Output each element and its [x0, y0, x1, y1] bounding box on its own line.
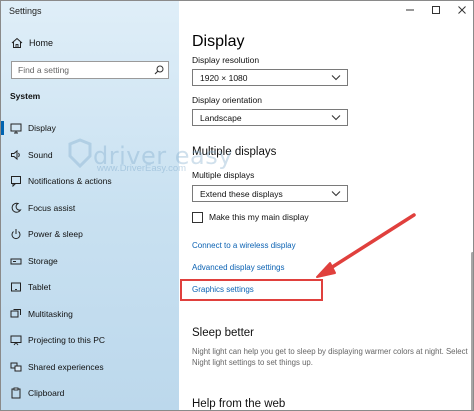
close-button[interactable]: [449, 1, 473, 21]
clipboard-icon: [10, 387, 22, 399]
sidebar-item-tablet[interactable]: Tablet: [1, 274, 179, 301]
settings-window: Settings Home Find a setting System Disp…: [0, 0, 474, 411]
power-icon: [10, 228, 22, 240]
main-content: Display Display resolution 1920 × 1080 D…: [179, 1, 473, 410]
sidebar-item-label: Tablet: [28, 282, 51, 293]
speaker-icon: [10, 149, 22, 161]
sidebar-item-projecting[interactable]: Projecting to this PC: [1, 327, 179, 354]
multiple-displays-value: Extend these displays: [200, 188, 283, 199]
storage-icon: [10, 255, 22, 267]
resolution-label: Display resolution: [192, 55, 260, 65]
chevron-down-icon: [331, 113, 341, 123]
scrollbar[interactable]: [469, 22, 473, 410]
sidebar-item-sound[interactable]: Sound: [1, 142, 179, 169]
multiple-displays-label: Multiple displays: [192, 170, 255, 180]
sidebar-item-label: Clipboard: [28, 388, 65, 399]
multitasking-icon: [10, 308, 22, 320]
home-icon: [10, 36, 24, 50]
sidebar-item-label: Sound: [28, 149, 53, 160]
search-input[interactable]: Find a setting: [12, 65, 150, 75]
window-title: Settings: [9, 6, 42, 16]
tablet-icon: [10, 281, 22, 293]
main-display-checkbox-row[interactable]: Make this my main display: [192, 210, 309, 224]
window-controls: [397, 1, 473, 21]
multiple-displays-dropdown[interactable]: Extend these displays: [192, 185, 348, 202]
notification-icon: [10, 175, 22, 188]
sidebar-section-label: System: [10, 91, 41, 101]
multiple-displays-heading: Multiple displays: [192, 146, 277, 158]
main-display-checkbox[interactable]: [192, 211, 203, 223]
search-box[interactable]: Find a setting: [11, 61, 169, 79]
sidebar-item-display[interactable]: Display: [1, 115, 179, 142]
sidebar-item-label: Projecting to this PC: [28, 335, 106, 346]
annotation-highlight-box: [180, 279, 323, 301]
sidebar-item-home[interactable]: Home: [1, 33, 179, 53]
minimize-button[interactable]: [397, 1, 423, 21]
main-display-checkbox-label: Make this my main display: [209, 212, 309, 222]
sidebar-item-notifications[interactable]: Notifications & actions: [1, 168, 179, 195]
chevron-down-icon: [331, 73, 341, 83]
minimize-icon: [405, 2, 415, 20]
page-title: Display: [192, 33, 245, 50]
orientation-label: Display orientation: [192, 95, 262, 105]
orientation-value: Landscape: [200, 112, 242, 123]
sidebar-nav: Display Sound Notifications & actions Fo…: [1, 115, 179, 407]
sidebar-item-storage[interactable]: Storage: [1, 248, 179, 275]
monitor-icon: [10, 122, 22, 134]
resolution-value: 1920 × 1080: [200, 72, 248, 83]
maximize-button[interactable]: [423, 1, 449, 21]
sidebar-item-multitasking[interactable]: Multitasking: [1, 301, 179, 328]
advanced-display-settings-link[interactable]: Advanced display settings: [192, 263, 285, 272]
maximize-icon: [431, 2, 441, 20]
sidebar-item-shared-experiences[interactable]: Shared experiences: [1, 354, 179, 381]
chevron-down-icon: [331, 189, 341, 199]
sidebar-item-label: Storage: [28, 255, 58, 266]
projector-icon: [10, 334, 22, 346]
sidebar: Settings Home Find a setting System Disp…: [1, 1, 179, 410]
sidebar-item-label: Power & sleep: [28, 229, 83, 240]
moon-icon: [10, 202, 22, 214]
connect-wireless-display-link[interactable]: Connect to a wireless display: [192, 241, 296, 250]
sidebar-item-label: Notifications & actions: [28, 176, 112, 187]
sidebar-item-label: Display: [28, 123, 56, 134]
sidebar-item-clipboard[interactable]: Clipboard: [1, 380, 179, 407]
sleep-better-text: Night light can help you get to sleep by…: [192, 347, 468, 367]
sidebar-item-power-sleep[interactable]: Power & sleep: [1, 221, 179, 248]
sidebar-item-label: Multitasking: [28, 308, 73, 319]
close-icon: [457, 2, 467, 20]
shared-icon: [10, 361, 22, 373]
sidebar-item-label: Shared experiences: [28, 361, 104, 372]
help-from-web-heading: Help from the web: [192, 398, 286, 410]
resolution-dropdown[interactable]: 1920 × 1080: [192, 69, 348, 86]
sidebar-item-label: Focus assist: [28, 202, 76, 213]
home-label: Home: [29, 38, 54, 48]
sleep-better-heading: Sleep better: [192, 327, 255, 339]
sidebar-item-focus-assist[interactable]: Focus assist: [1, 195, 179, 222]
search-icon[interactable]: [150, 62, 168, 78]
orientation-dropdown[interactable]: Landscape: [192, 109, 348, 126]
